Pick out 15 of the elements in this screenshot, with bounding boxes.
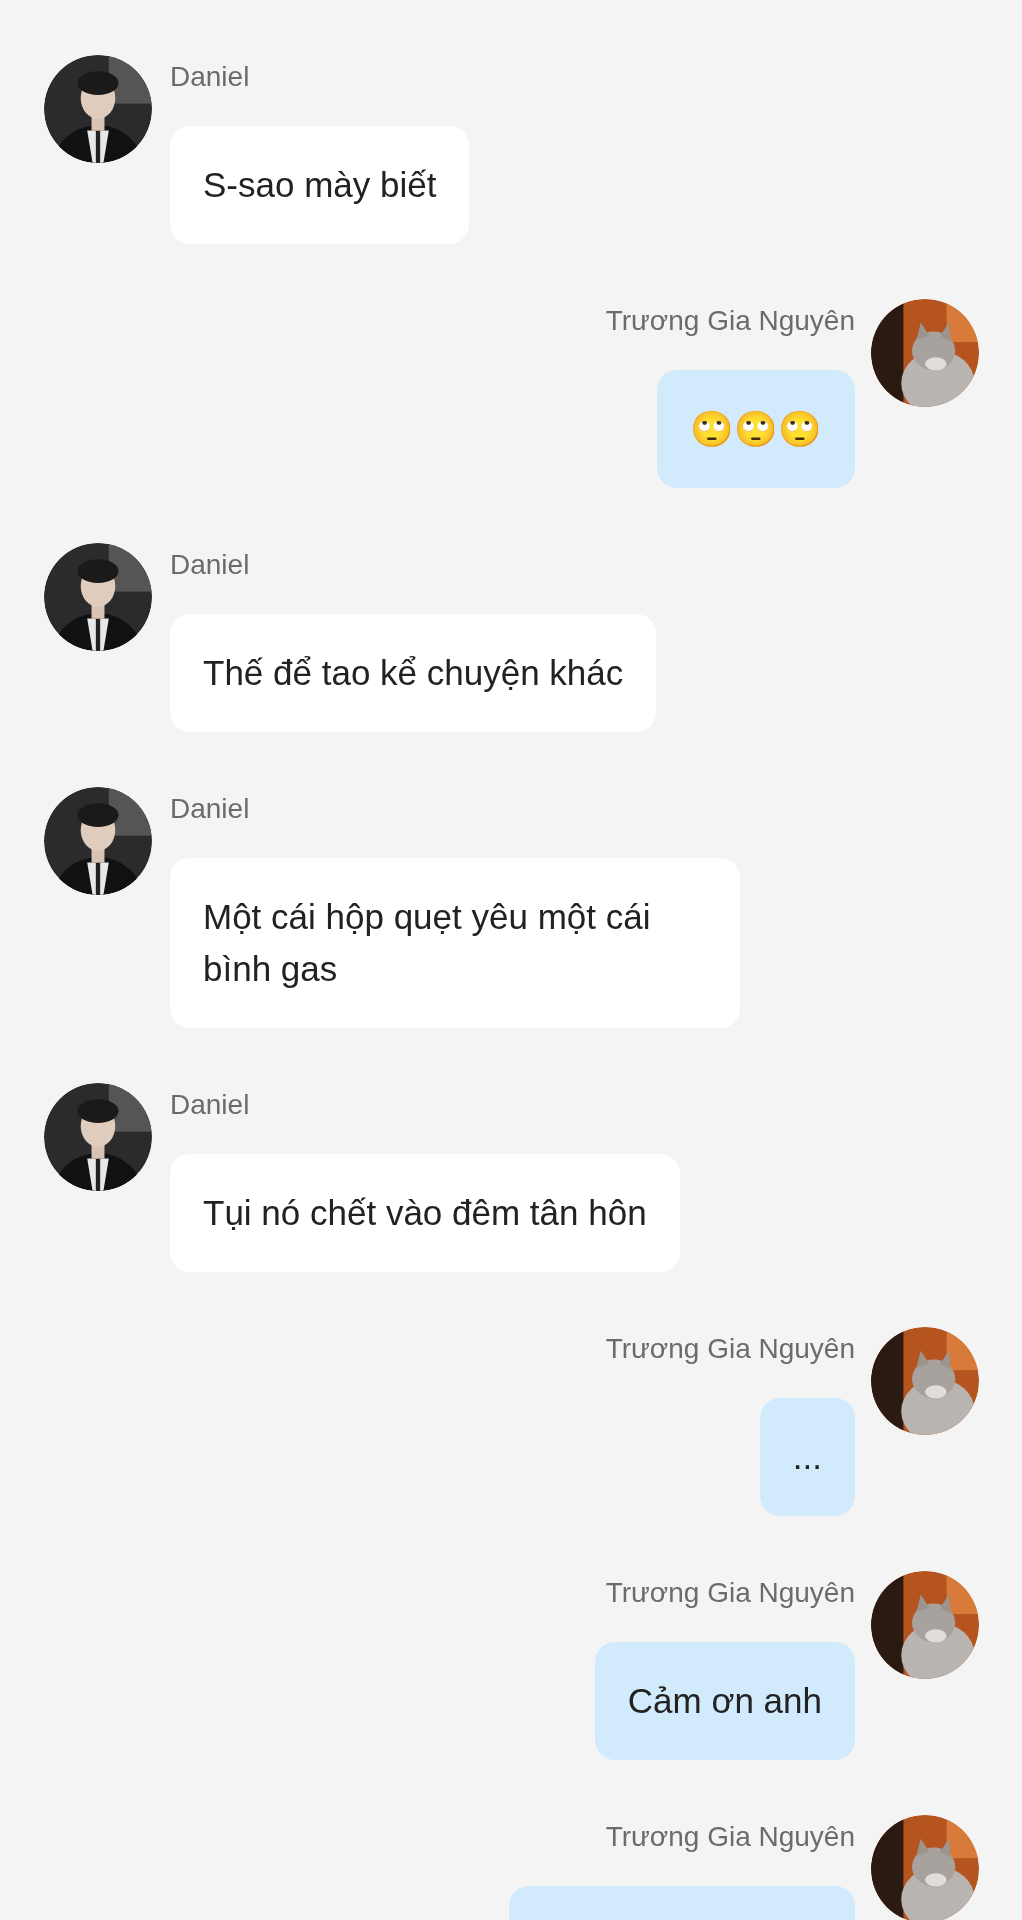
message-bubble: Tụi nó chết vào đêm tân hôn — [170, 1154, 680, 1272]
message-bubble: Một cái hộp quẹt yêu một cái bình gas — [170, 858, 740, 1028]
sender-name: Daniel — [170, 792, 250, 826]
sender-name: Trương Gia Nguyên — [605, 1820, 855, 1854]
sender-name: Daniel — [170, 60, 250, 94]
sender-name: Trương Gia Nguyên — [605, 1576, 855, 1610]
message-bubble: ... — [759, 1398, 855, 1516]
sender-name: Trương Gia Nguyên — [605, 1332, 855, 1366]
sender-name: Daniel — [170, 1088, 250, 1122]
message-bubble: Cảm ơn anh — [594, 1642, 855, 1760]
message-bubble: S-sao mày biết — [170, 126, 470, 244]
message-bubble: 🙄🙄🙄 — [657, 370, 855, 488]
message-bubble: Thế để tao kể chuyện khác — [170, 614, 657, 732]
sender-name: Trương Gia Nguyên — [605, 304, 855, 338]
sender-name: Daniel — [170, 548, 250, 582]
